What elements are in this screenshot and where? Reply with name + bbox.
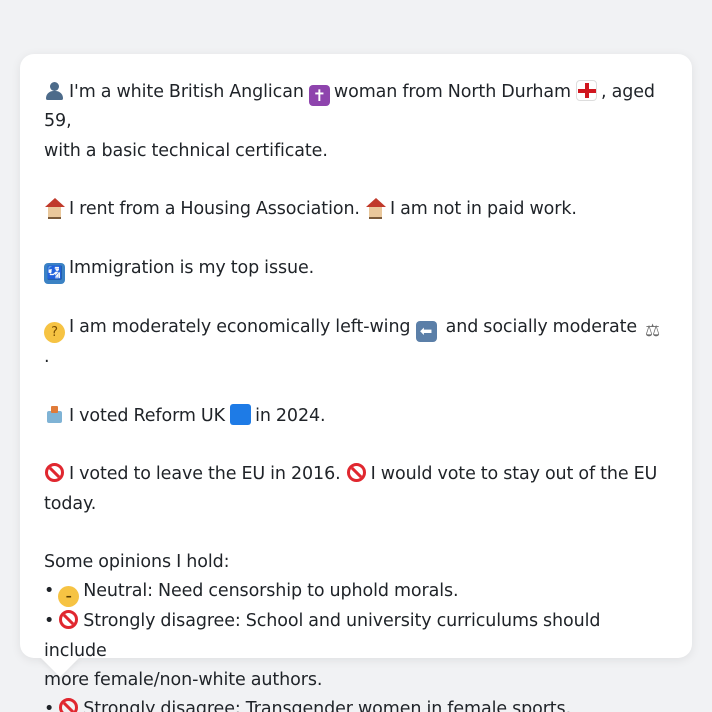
opinion-item-1: • – Neutral: Need censorship to uphold mor…	[44, 577, 668, 608]
eu-line-2: today.	[44, 493, 97, 514]
prohibited-icon	[58, 609, 79, 630]
bullet-glyph: •	[44, 611, 55, 632]
england-flag-icon	[576, 80, 598, 101]
prohibited-icon	[346, 462, 367, 483]
blue-square-icon	[230, 403, 252, 425]
thinking-face-icon: ?	[44, 322, 65, 344]
ballot-box-icon	[44, 404, 65, 425]
issue-paragraph: 🛂 Immigration is my top issue.	[44, 254, 668, 284]
opinion-item-3: • Strongly disagree: Transgender women in…	[44, 695, 668, 712]
left-arrow-icon: ⬅	[415, 321, 437, 343]
opinion-item-3-text: Strongly disagree: Transgender women in …	[83, 699, 572, 712]
message-bubble: I'm a white British Anglican ✝ woman from…	[20, 54, 692, 712]
ideology-paragraph: ? I am moderately economically left-wing …	[44, 313, 668, 372]
identity-text-2: woman from North Durham	[333, 82, 571, 102]
person-silhouette-icon	[44, 80, 65, 101]
vote-paragraph: I voted Reform UK in 2024.	[44, 402, 668, 431]
housing-text-2: I am not in paid work.	[389, 199, 577, 220]
eu-text-1: I voted to leave the EU in 2016.	[69, 464, 341, 485]
identity-text-1: I'm a white British Anglican	[69, 82, 304, 102]
vote-text-2: in 2024.	[255, 405, 326, 426]
opinions-heading: Some opinions I hold:	[44, 552, 230, 573]
housing-paragraph: I rent from a Housing Association. I am …	[44, 195, 668, 224]
opinions-paragraph: Some opinions I hold: • – Neutral: Need ce…	[44, 548, 668, 712]
latin-cross-icon: ✝	[308, 85, 330, 106]
house-icon	[44, 197, 65, 220]
eu-line-1: I voted to leave the EU in 2016. I would…	[44, 460, 668, 489]
neutral-face-icon: –	[58, 586, 80, 608]
opinion-item-2-continuation: more female/non-white authors.	[44, 670, 323, 691]
identity-line-1: I'm a white British Anglican ✝ woman from…	[44, 78, 668, 137]
vote-text-1: I voted Reform UK	[69, 405, 225, 426]
prohibited-icon	[58, 697, 79, 712]
opinion-item-2: • Strongly disagree: School and universit…	[44, 607, 668, 666]
housing-text-1: I rent from a Housing Association.	[69, 199, 360, 220]
bubble-tail	[40, 657, 80, 677]
prohibited-icon	[44, 462, 65, 483]
ideology-text-1: I am moderately economically left-wing	[69, 317, 411, 338]
opinion-item-2-text: Strongly disagree: School and university…	[44, 611, 601, 661]
identity-paragraph: I'm a white British Anglican ✝ woman from…	[44, 78, 668, 166]
ideology-text-3: .	[44, 347, 50, 368]
issue-text: Immigration is my top issue.	[69, 257, 315, 278]
passport-control-icon: 🛂	[44, 262, 65, 284]
identity-line-2: with a basic technical certificate.	[44, 140, 328, 161]
eu-text-2: I would vote to stay out of the EU	[370, 464, 658, 485]
opinion-item-1-text: Neutral: Need censorship to uphold moral…	[83, 581, 459, 602]
house-icon	[365, 197, 386, 220]
bullet-glyph: •	[44, 581, 55, 602]
bullet-glyph: •	[44, 699, 55, 712]
balance-scale-icon: ⚖	[645, 321, 661, 342]
ideology-text-2: and socially moderate	[445, 317, 638, 338]
eu-paragraph: I voted to leave the EU in 2016. I would…	[44, 460, 668, 519]
